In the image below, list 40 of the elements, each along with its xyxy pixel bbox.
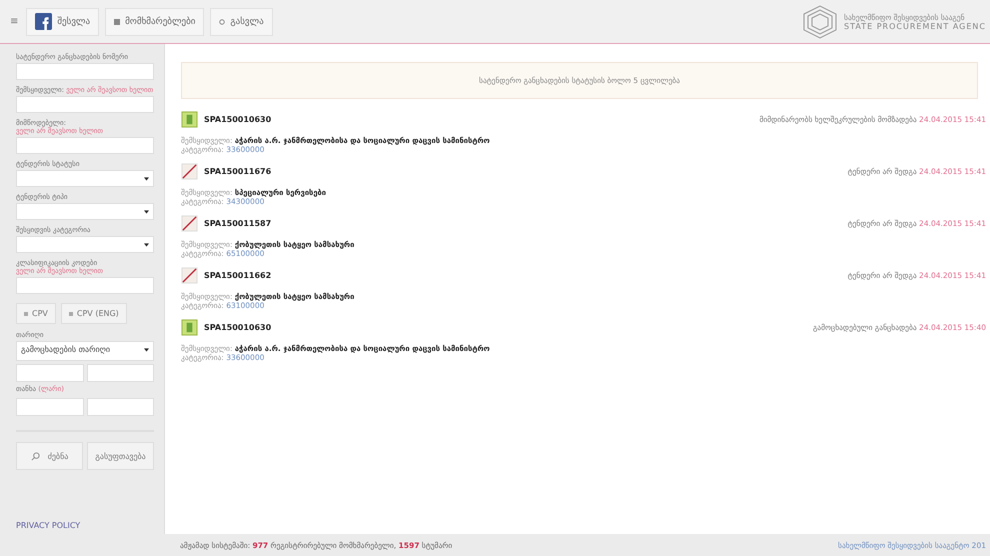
search-icon <box>30 452 40 460</box>
action-button[interactable]: ძებნა <box>16 442 83 470</box>
slash-icon <box>181 267 198 284</box>
caret-icon <box>144 177 149 181</box>
input-field[interactable] <box>16 96 154 113</box>
input-field[interactable] <box>16 364 84 382</box>
input-field[interactable] <box>16 398 84 416</box>
menu-button[interactable]: შესვლა <box>26 8 100 36</box>
tender-number[interactable]: SPA150011587 <box>204 219 272 228</box>
privacy-link[interactable]: PRIVACY POLICY <box>16 521 154 530</box>
tender-number[interactable]: SPA150010630 <box>204 115 272 124</box>
logo-subtitle: STATE PROCUREMENT AGENC <box>844 22 986 30</box>
slash-icon <box>181 163 198 180</box>
tender-number[interactable]: SPA150011676 <box>204 167 272 176</box>
input-field[interactable] <box>16 277 154 294</box>
caret-icon <box>144 210 149 214</box>
document-icon <box>181 319 198 336</box>
document-icon <box>181 111 198 128</box>
input-field[interactable] <box>16 63 154 80</box>
menu-button[interactable]: მომხმარებლები <box>105 8 204 36</box>
dropdown[interactable] <box>16 170 154 187</box>
caret-icon <box>144 243 149 247</box>
facebook-icon <box>35 13 52 30</box>
cpv-button[interactable]: CPV <box>16 303 56 324</box>
caret-icon <box>144 348 149 352</box>
tender-number[interactable]: SPA150011662 <box>204 271 272 280</box>
input-field[interactable] <box>16 137 154 154</box>
menu-icon[interactable]: ≡ <box>10 16 18 27</box>
slash-icon <box>181 215 198 232</box>
tender-number[interactable]: SPA150010630 <box>204 323 272 332</box>
dropdown[interactable] <box>16 203 154 220</box>
dropdown[interactable]: გამოცხადების თარიღი <box>16 341 154 361</box>
dropdown[interactable] <box>16 236 154 253</box>
input-field[interactable] <box>86 364 154 382</box>
action-button[interactable]: გასუფთავება <box>87 442 154 470</box>
menu-button[interactable]: გასვლა <box>210 8 273 36</box>
circle-icon <box>219 18 226 24</box>
square-icon <box>114 18 120 24</box>
cpv-button[interactable]: CPV (ENG) <box>60 303 127 324</box>
input-field[interactable] <box>86 398 154 416</box>
